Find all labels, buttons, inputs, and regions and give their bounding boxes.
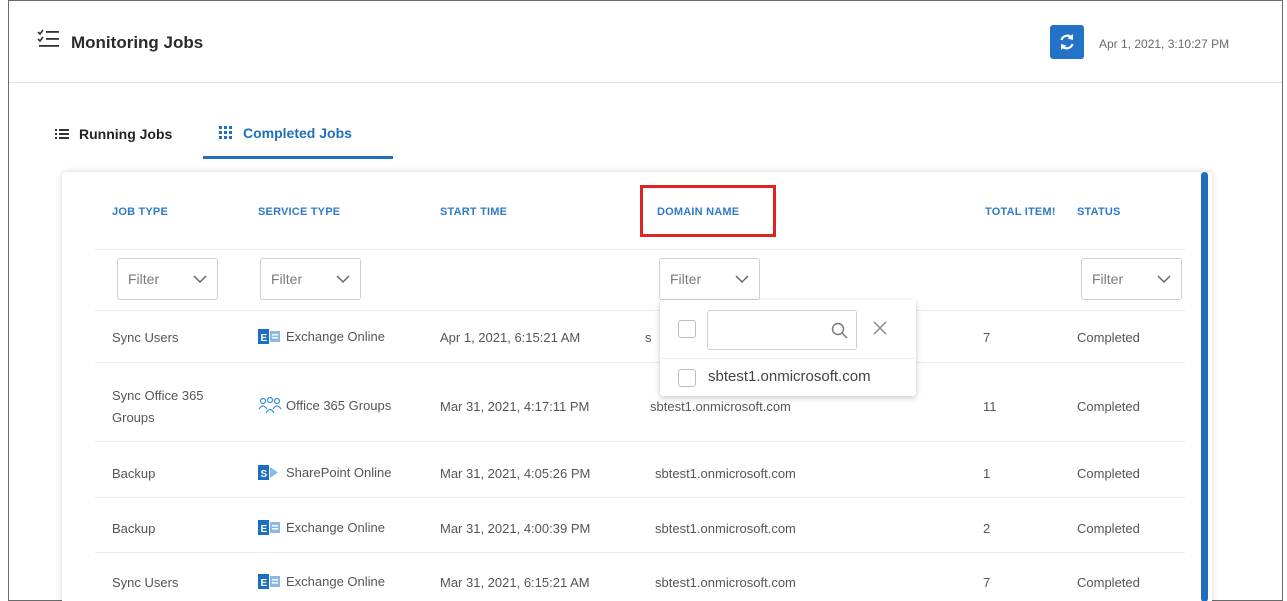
start-time-cell: Apr 1, 2021, 6:15:21 AM	[440, 330, 581, 345]
job-tabs: Running Jobs Completed Jobs	[49, 109, 409, 159]
service-type-filter[interactable]: Filter	[260, 258, 361, 300]
domain-name-cell: sbtest1.onmicrosoft.com	[655, 575, 796, 590]
job-type-cell: Sync Users	[112, 575, 179, 590]
job-type-line: Sync Office 365	[112, 388, 204, 403]
refresh-icon	[1060, 34, 1074, 50]
tab-completed-jobs[interactable]: Completed Jobs	[203, 109, 393, 159]
jobs-table-panel	[62, 172, 1212, 601]
page-title: Monitoring Jobs	[71, 33, 204, 52]
row-divider	[95, 552, 1185, 553]
column-header-status[interactable]: STATUS	[1077, 206, 1121, 218]
status-cell: Completed	[1077, 575, 1140, 590]
total-items-cell: 1	[983, 466, 991, 481]
column-header-total-items[interactable]: TOTAL ITEM!	[985, 206, 1056, 218]
service-type-cell: E Exchange Online	[258, 328, 385, 345]
column-header-service-type[interactable]: SERVICE TYPE	[258, 206, 340, 218]
search-icon	[831, 322, 848, 339]
service-type-cell: Office 365 Groups	[258, 397, 391, 414]
select-all-checkbox[interactable]	[678, 320, 696, 338]
total-items-cell: 11	[983, 399, 997, 414]
service-type-cell: E Exchange Online	[258, 519, 385, 536]
start-time-cell: Mar 31, 2021, 4:00:39 PM	[440, 521, 591, 536]
domain-filter-dropdown: sbtest1.onmicrosoft.com	[660, 300, 916, 396]
dropdown-divider	[660, 358, 916, 359]
exchange-online-icon: E	[258, 329, 280, 344]
start-time-cell: Mar 31, 2021, 4:05:26 PM	[440, 466, 591, 481]
chevron-down-icon	[735, 275, 749, 284]
tab-completed-jobs-label: Completed Jobs	[243, 124, 352, 141]
tab-running-jobs-label: Running Jobs	[79, 126, 173, 142]
job-type-cell: Backup	[112, 521, 156, 536]
service-type-label: SharePoint Online	[286, 465, 392, 480]
status-filter[interactable]: Filter	[1081, 258, 1182, 300]
sharepoint-online-icon: S	[258, 465, 278, 480]
start-time-cell: Mar 31, 2021, 6:15:21 AM	[440, 575, 590, 590]
service-type-label: Exchange Online	[286, 520, 386, 535]
domain-name-cell: s	[645, 330, 652, 345]
column-header-job-type[interactable]: JOB TYPE	[112, 206, 168, 218]
svg-text:E: E	[261, 333, 268, 344]
exchange-online-icon: E	[258, 520, 280, 535]
filter-label: Filter	[128, 271, 160, 287]
service-type-label: Office 365 Groups	[286, 398, 392, 413]
job-type-line: Groups	[112, 410, 155, 425]
checklist-icon	[37, 29, 59, 47]
list-icon	[55, 129, 69, 139]
total-items-cell: 2	[983, 521, 991, 536]
job-type-cell: Sync Users	[112, 330, 179, 345]
chevron-down-icon	[1157, 275, 1171, 284]
row-divider	[95, 441, 1185, 442]
row-divider	[95, 362, 1185, 363]
svg-text:E: E	[261, 578, 268, 589]
total-items-cell: 7	[983, 330, 991, 345]
status-cell: Completed	[1077, 399, 1140, 414]
service-type-label: Exchange Online	[286, 574, 386, 589]
filter-divider	[95, 310, 1185, 311]
service-type-cell: S SharePoint Online	[258, 464, 392, 481]
domain-option-checkbox[interactable]	[678, 369, 696, 387]
filter-label: Filter	[1092, 271, 1124, 287]
domain-name-cell: sbtest1.onmicrosoft.com	[655, 521, 796, 536]
service-type-label: Exchange Online	[286, 329, 386, 344]
vertical-scrollbar[interactable]	[1201, 172, 1208, 601]
filter-label: Filter	[271, 271, 303, 287]
domain-name-cell: sbtest1.onmicrosoft.com	[650, 399, 791, 414]
job-type-cell: Sync Office 365 Groups	[112, 385, 204, 429]
status-cell: Completed	[1077, 330, 1140, 345]
grid-icon	[219, 125, 232, 139]
svg-text:S: S	[261, 469, 268, 480]
office365-groups-icon	[258, 397, 282, 414]
chevron-down-icon	[336, 275, 350, 284]
domain-name-highlight-box	[640, 185, 776, 237]
column-header-start-time[interactable]: START TIME	[440, 206, 507, 218]
domain-name-cell: sbtest1.onmicrosoft.com	[655, 466, 796, 481]
job-type-cell: Backup	[112, 466, 156, 481]
svg-text:E: E	[261, 524, 268, 535]
last-refreshed-timestamp: Apr 1, 2021, 3:10:27 PM	[1099, 37, 1230, 51]
chevron-down-icon	[193, 275, 207, 284]
exchange-online-icon: E	[258, 574, 280, 589]
header-divider	[95, 249, 1185, 250]
page-header: Monitoring Jobs Apr 1, 2021, 3:10:27 PM	[9, 1, 1282, 83]
total-items-cell: 7	[983, 575, 991, 590]
filter-label: Filter	[670, 271, 702, 287]
job-type-filter[interactable]: Filter	[117, 258, 218, 300]
status-cell: Completed	[1077, 521, 1140, 536]
close-icon[interactable]	[872, 320, 888, 336]
domain-search-field[interactable]	[707, 310, 857, 350]
refresh-button[interactable]	[1050, 25, 1084, 59]
row-divider	[95, 497, 1185, 498]
service-type-cell: E Exchange Online	[258, 573, 385, 590]
domain-option-label[interactable]: sbtest1.onmicrosoft.com	[708, 368, 871, 385]
start-time-cell: Mar 31, 2021, 4:17:11 PM	[440, 399, 590, 414]
status-cell: Completed	[1077, 466, 1140, 481]
tab-running-jobs[interactable]: Running Jobs	[55, 109, 172, 159]
domain-name-filter[interactable]: Filter	[659, 258, 760, 300]
